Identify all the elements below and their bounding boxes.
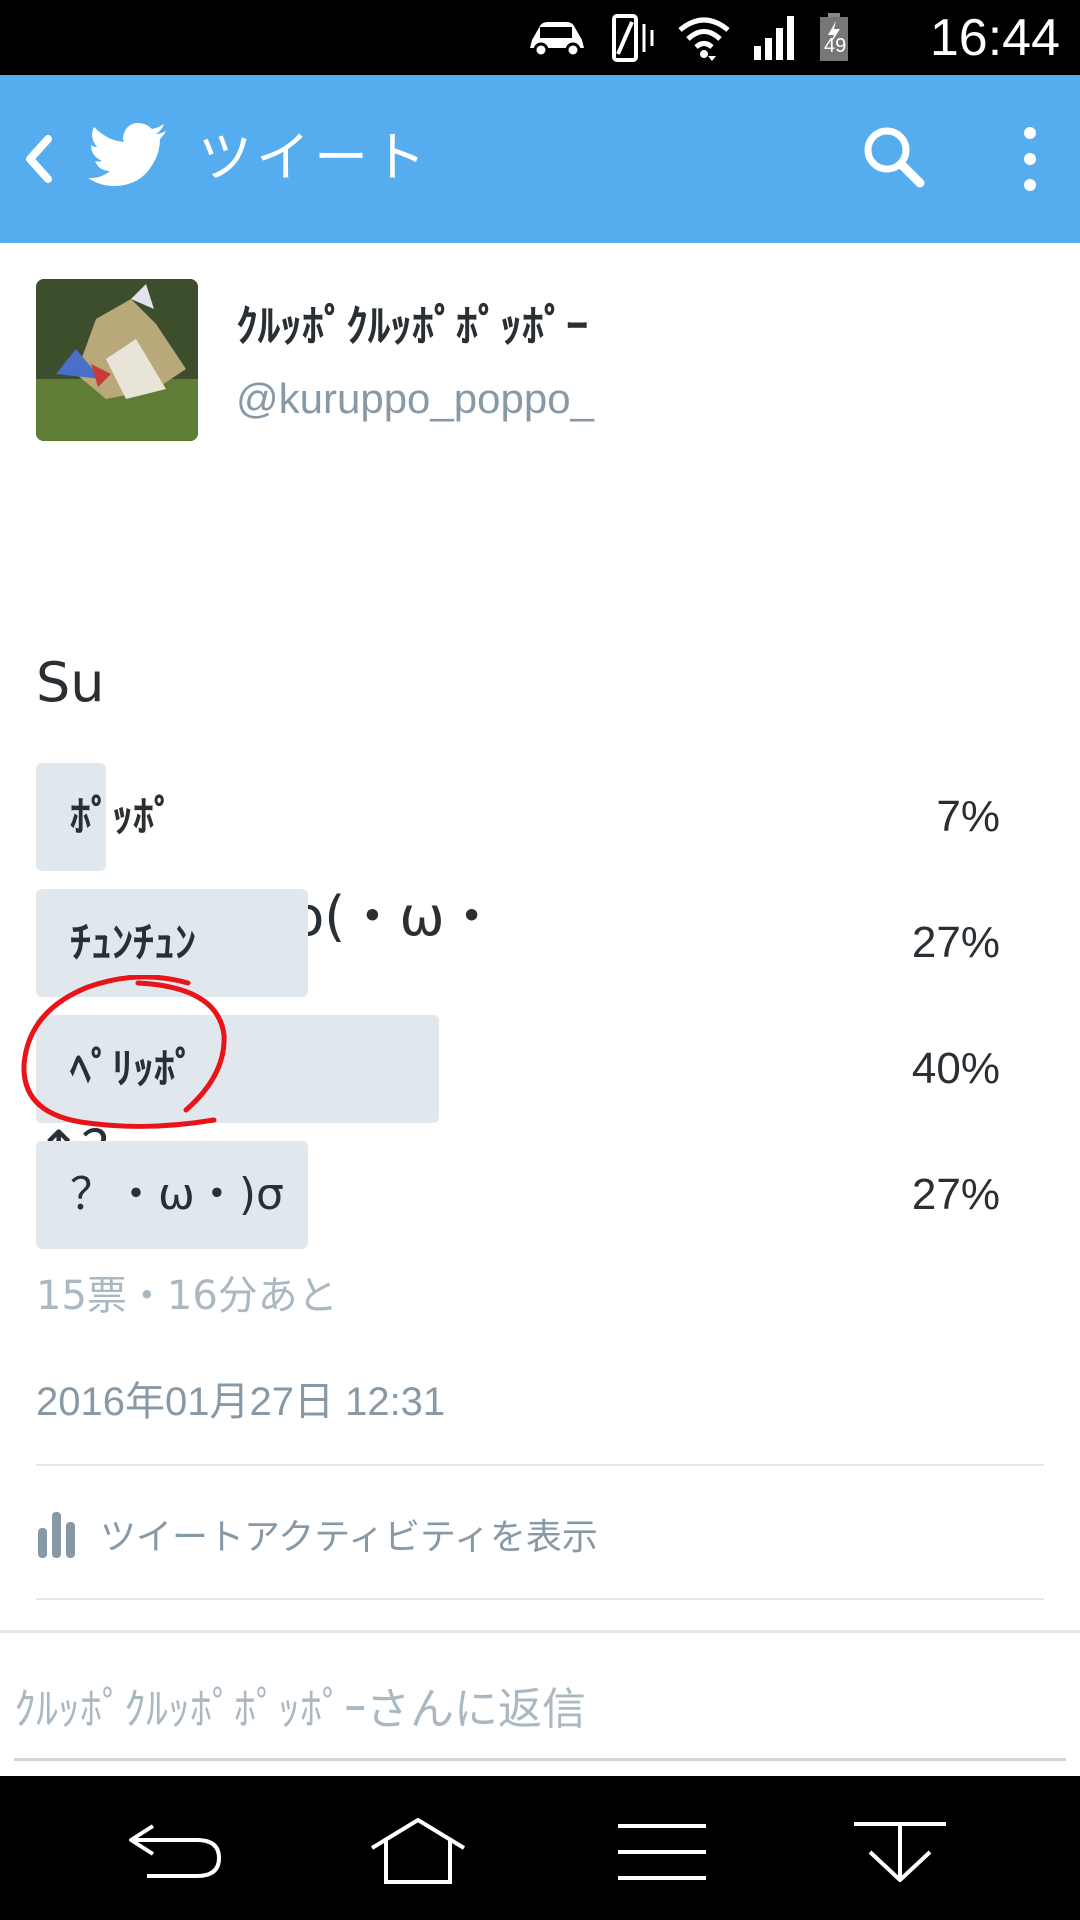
status-time: 16:44: [929, 9, 1060, 67]
divider: [36, 1598, 1044, 1600]
nav-home-icon[interactable]: [368, 1816, 468, 1886]
search-icon[interactable]: [862, 125, 926, 189]
twitter-bird-icon[interactable]: [88, 123, 168, 189]
poll-option-label: ？・ω・)σ: [70, 1169, 284, 1220]
signal-icon: [754, 15, 794, 60]
overflow-menu-icon[interactable]: [1010, 125, 1050, 193]
poll-option-percent: 27%: [911, 1170, 1000, 1219]
battery-icon: 49: [818, 12, 850, 63]
display-name[interactable]: ｸﾙｯﾎﾟｸﾙｯﾎﾟﾎﾟｯﾎﾟｰ: [236, 300, 588, 354]
red-circle-annotation: [21, 975, 227, 1129]
battery-level: 49: [824, 34, 847, 57]
poll-option-percent: 27%: [911, 918, 1000, 967]
poll-option-percent: 7%: [936, 792, 1000, 841]
status-bar: 49 16:44: [0, 0, 1080, 75]
poll-option-percent: 40%: [911, 1044, 1000, 1093]
poll-option: ？・ω・)σ 27%: [36, 1141, 1000, 1249]
bar-chart-icon: [38, 1512, 75, 1558]
tweet-activity-link[interactable]: ツイートアクティビティを表示: [36, 1498, 598, 1570]
user-handle[interactable]: @kuruppo_poppo_: [236, 372, 594, 426]
page-title: ツイート: [198, 126, 430, 189]
tweet-timestamp: 2016年01月27日 12:31: [36, 1380, 446, 1424]
car-icon: [530, 21, 584, 57]
wifi-icon: [678, 17, 730, 61]
nav-notifications-icon[interactable]: [850, 1816, 950, 1886]
reply-placeholder: ｸﾙｯﾎﾟｸﾙｯﾎﾟﾎﾟｯﾎﾟｰさんに返信: [14, 1684, 586, 1735]
nav-back-icon[interactable]: [125, 1816, 225, 1886]
nav-menu-icon[interactable]: [612, 1816, 712, 1886]
tweet-activity-label: ツイートアクティビティを表示: [100, 1517, 598, 1558]
app-bar: ツイート: [0, 75, 1080, 243]
poll-option: ﾎﾟｯﾎﾟ 7%: [36, 763, 1000, 871]
divider: [36, 1464, 1044, 1466]
reply-input[interactable]: ｸﾙｯﾎﾟｸﾙｯﾎﾟﾎﾟｯﾎﾟｰさんに返信: [14, 1672, 1066, 1761]
poll-option-label: ﾎﾟｯﾎﾟ: [70, 792, 176, 841]
back-icon[interactable]: [18, 131, 58, 187]
poll-meta: 15票・16分あと: [36, 1273, 338, 1319]
status-icons: 49: [526, 10, 850, 65]
divider: [0, 1630, 1080, 1633]
vibrate-icon: [612, 13, 654, 62]
tweet-text-line: Su: [36, 651, 105, 714]
system-nav-bar: [0, 1776, 1080, 1920]
avatar[interactable]: [36, 279, 198, 441]
